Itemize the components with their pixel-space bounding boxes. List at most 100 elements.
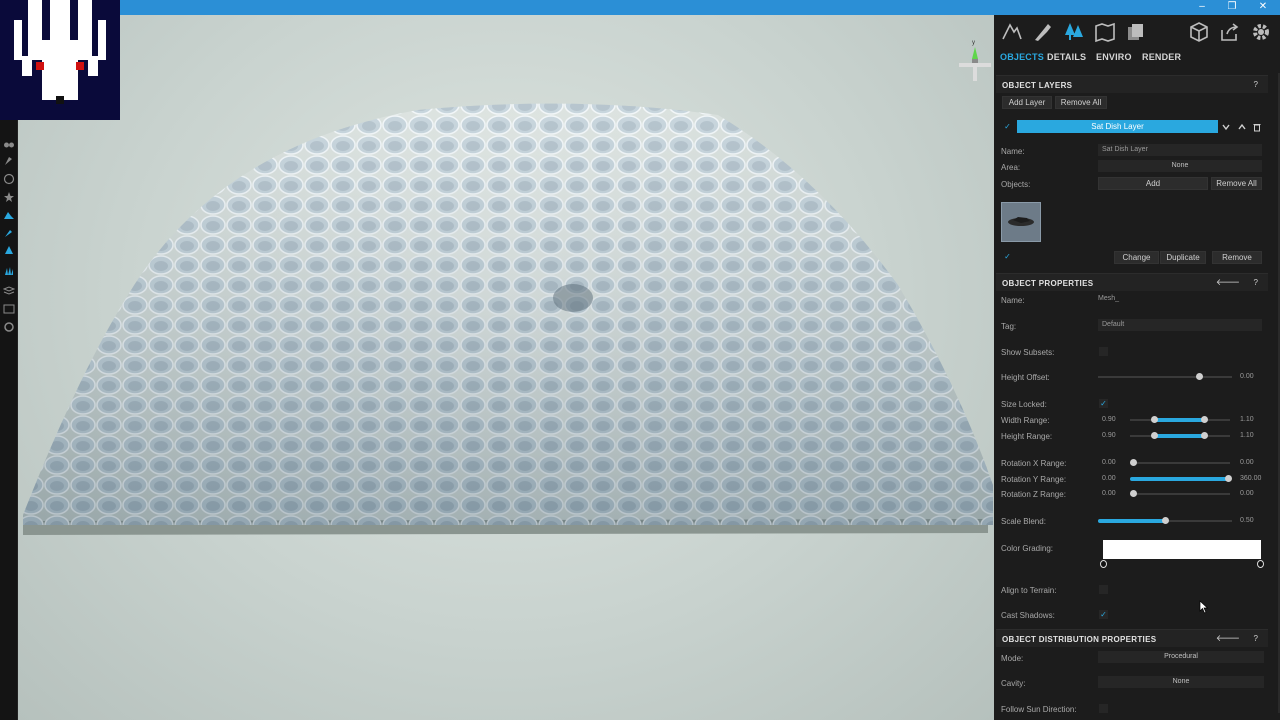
gradient-stop-right[interactable] xyxy=(1257,560,1264,568)
trash-icon[interactable] xyxy=(1252,122,1262,132)
binoculars-icon[interactable] xyxy=(3,138,15,150)
layer-name-field[interactable]: Sat Dish Layer xyxy=(1098,144,1262,156)
trees-icon[interactable] xyxy=(3,245,15,257)
scale-blend-label: Scale Blend: xyxy=(1001,517,1046,526)
remove-object-button[interactable]: Remove xyxy=(1212,251,1262,264)
restore-button[interactable]: ❐ xyxy=(1217,0,1247,15)
object-name-field[interactable]: Mesh_ xyxy=(1098,293,1262,305)
rotation-x-min: 0.00 xyxy=(1102,459,1116,466)
area-select[interactable]: None xyxy=(1098,160,1262,172)
cast-shadows-checkbox[interactable]: ✓ xyxy=(1099,610,1108,619)
cavity-select[interactable]: None xyxy=(1098,676,1264,688)
height-offset-label: Height Offset: xyxy=(1001,373,1050,382)
chevron-down-icon[interactable] xyxy=(1221,122,1231,132)
mountain-icon[interactable] xyxy=(3,209,15,221)
add-layer-button[interactable]: Add Layer xyxy=(1002,96,1052,109)
rotation-z-track xyxy=(1130,493,1230,495)
image-icon[interactable] xyxy=(3,303,15,315)
width-range-fill[interactable] xyxy=(1154,418,1206,422)
back-arrow-icon[interactable]: 🡐 xyxy=(1216,633,1240,644)
show-subsets-label: Show Subsets: xyxy=(1001,348,1055,357)
paint-brush-icon[interactable] xyxy=(3,227,15,239)
tab-details[interactable]: DETAILS xyxy=(1047,52,1086,62)
duplicate-object-button[interactable]: Duplicate xyxy=(1160,251,1206,264)
grass-icon[interactable] xyxy=(3,265,15,277)
brush-icon[interactable] xyxy=(3,155,15,167)
minimize-button[interactable]: – xyxy=(1187,0,1217,15)
scale-blend-value: 0.50 xyxy=(1240,517,1254,524)
area-label: Area: xyxy=(1001,163,1021,172)
title-bar: – ❐ ✕ xyxy=(0,0,1280,15)
mode-select[interactable]: Procedural xyxy=(1098,651,1264,663)
object-enabled-check[interactable]: ✓ xyxy=(1003,252,1012,261)
layer-row-selected[interactable]: Sat Dish Layer xyxy=(1017,120,1218,133)
scale-blend-knob[interactable] xyxy=(1162,517,1169,524)
distribution-header: OBJECT DISTRIBUTION PROPERTIES 🡐 ? xyxy=(996,629,1268,647)
height-offset-value: 0.00 xyxy=(1240,373,1254,380)
layer-enabled-check[interactable]: ✓ xyxy=(1003,122,1012,131)
remove-all-objects-button[interactable]: Remove All xyxy=(1211,177,1262,190)
width-max-knob[interactable] xyxy=(1201,416,1208,423)
tab-enviro[interactable]: ENVIRO xyxy=(1096,52,1132,62)
width-min-knob[interactable] xyxy=(1151,416,1158,423)
top-toolbar xyxy=(994,15,1280,49)
globe-icon[interactable] xyxy=(3,173,15,185)
layer-name-label: Name: xyxy=(1001,147,1025,156)
align-to-terrain-checkbox[interactable] xyxy=(1099,585,1108,594)
map-icon[interactable] xyxy=(1094,21,1116,43)
rotation-x-max: 0.00 xyxy=(1240,459,1254,466)
chevron-up-icon[interactable] xyxy=(1237,122,1247,132)
add-object-button[interactable]: Add xyxy=(1098,177,1208,190)
close-button[interactable]: ✕ xyxy=(1248,0,1278,15)
height-min-knob[interactable] xyxy=(1151,432,1158,439)
rotation-z-knob[interactable] xyxy=(1130,490,1137,497)
size-locked-checkbox[interactable]: ✓ xyxy=(1099,399,1108,408)
tab-render[interactable]: RENDER xyxy=(1142,52,1181,62)
gradient-stop-left[interactable] xyxy=(1100,560,1107,568)
cube-icon[interactable] xyxy=(1188,21,1210,43)
back-arrow-icon[interactable]: 🡐 xyxy=(1216,277,1240,288)
show-subsets-checkbox[interactable] xyxy=(1099,347,1108,356)
remove-all-layers-button[interactable]: Remove All xyxy=(1055,96,1107,109)
left-toolbar xyxy=(0,15,18,720)
cast-shadows-label: Cast Shadows: xyxy=(1001,611,1055,620)
height-offset-knob[interactable] xyxy=(1196,373,1203,380)
settings-circle-icon[interactable] xyxy=(3,321,15,333)
objects-label: Objects: xyxy=(1001,180,1031,189)
height-range-fill[interactable] xyxy=(1154,434,1206,438)
layers-icon[interactable] xyxy=(1125,21,1147,43)
mouse-cursor-icon xyxy=(1199,600,1209,614)
follow-sun-checkbox[interactable] xyxy=(1099,704,1108,713)
help-icon[interactable]: ? xyxy=(1254,278,1258,287)
rotation-y-max: 360.00 xyxy=(1240,475,1262,482)
layers-icon[interactable] xyxy=(3,285,15,297)
terrain-icon[interactable] xyxy=(1001,21,1023,43)
height-min-value: 0.90 xyxy=(1102,432,1116,439)
share-icon[interactable] xyxy=(1219,21,1241,43)
star-icon[interactable] xyxy=(3,191,15,203)
color-grading-gradient[interactable] xyxy=(1103,540,1261,559)
tag-field[interactable]: Default xyxy=(1098,319,1262,331)
paint-icon[interactable] xyxy=(1032,21,1054,43)
change-object-button[interactable]: Change xyxy=(1114,251,1159,264)
3d-viewport[interactable]: y xyxy=(18,15,994,720)
gear-icon[interactable] xyxy=(1250,21,1272,43)
svg-text:y: y xyxy=(972,40,975,46)
tab-objects[interactable]: OBJECTS xyxy=(1000,52,1044,62)
rotation-y-fill[interactable] xyxy=(1130,477,1228,481)
follow-sun-label: Follow Sun Direction: xyxy=(1001,705,1077,714)
help-icon[interactable]: ? xyxy=(1254,80,1258,89)
object-properties-header: OBJECT PROPERTIES 🡐 ? xyxy=(996,273,1268,291)
orientation-gizmo[interactable]: y xyxy=(953,37,994,89)
rotation-y-knob[interactable] xyxy=(1225,475,1232,482)
rotation-x-knob[interactable] xyxy=(1130,459,1137,466)
rotation-x-label: Rotation X Range: xyxy=(1001,459,1067,468)
trees-icon[interactable] xyxy=(1063,21,1085,43)
scale-blend-fill[interactable] xyxy=(1098,519,1165,523)
object-thumbnail[interactable] xyxy=(1001,202,1041,242)
help-icon[interactable]: ? xyxy=(1254,634,1258,643)
rotation-z-label: Rotation Z Range: xyxy=(1001,490,1066,499)
rotation-x-track xyxy=(1130,462,1230,464)
height-max-knob[interactable] xyxy=(1201,432,1208,439)
height-offset-slider[interactable] xyxy=(1098,376,1232,378)
